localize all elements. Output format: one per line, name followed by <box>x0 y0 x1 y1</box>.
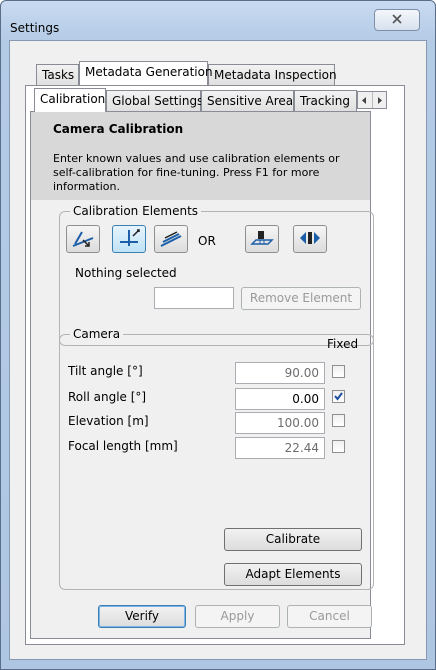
elevation-label: Elevation [m] <box>68 414 149 428</box>
tilt-angle-fixed-checkbox[interactable] <box>332 365 345 378</box>
tool-tilt-icon <box>71 228 95 251</box>
close-icon <box>391 13 403 27</box>
tab-scroller <box>357 91 387 109</box>
tab-scroll-right-icon[interactable] <box>373 92 387 108</box>
tab-sensitive-area[interactable]: Sensitive Area <box>201 90 294 111</box>
cancel-button[interactable]: Cancel <box>287 605 372 628</box>
grid-element-button[interactable] <box>245 225 279 253</box>
tab-tasks[interactable]: Tasks <box>36 64 79 85</box>
tool-horizontal-icon <box>159 228 183 251</box>
calibrate-button[interactable]: Calibrate <box>224 528 362 551</box>
tab-calibration[interactable]: Calibration <box>34 88 106 112</box>
focal-length-fixed-checkbox[interactable] <box>332 440 345 453</box>
roll-angle-field[interactable]: 0.00 <box>235 388 325 410</box>
tab-metadata-generation[interactable]: Metadata Generation <box>79 61 213 85</box>
elevation-fixed-checkbox[interactable] <box>332 414 345 427</box>
focal-length-label: Focal length [mm] <box>68 439 178 453</box>
tab-tracking[interactable]: Tracking <box>294 90 357 111</box>
tilt-element-button[interactable] <box>66 225 100 253</box>
tilt-angle-field[interactable]: 90.00 <box>235 362 325 384</box>
elevation-field[interactable]: 100.00 <box>235 412 325 434</box>
tab-metadata-inspection[interactable]: Metadata Inspection <box>208 64 337 85</box>
roll-angle-fixed-checkbox[interactable] <box>332 390 345 403</box>
focal-length-field[interactable]: 22.44 <box>235 437 325 459</box>
roll-angle-label: Roll angle [°] <box>68 390 147 404</box>
apply-button[interactable]: Apply <box>195 605 280 628</box>
remove-element-button[interactable]: Remove Element <box>241 287 361 310</box>
horizontal-element-button[interactable] <box>154 225 188 253</box>
vertical-element-button[interactable] <box>112 225 146 253</box>
tool-grid-icon <box>250 228 274 251</box>
checkmark-icon <box>334 392 343 401</box>
close-button[interactable] <box>374 9 420 31</box>
fixed-column-label: Fixed <box>327 337 359 351</box>
calibration-elements-label: Calibration Elements <box>70 204 202 218</box>
tool-diamond-icon <box>298 228 322 251</box>
page-description: Enter known values and use calibration e… <box>53 152 340 193</box>
adapt-elements-button[interactable]: Adapt Elements <box>224 563 362 586</box>
or-label: OR <box>198 234 216 248</box>
diamond-element-button[interactable] <box>293 225 327 253</box>
selection-status: Nothing selected <box>75 266 177 280</box>
element-name-field[interactable] <box>154 287 234 309</box>
verify-button[interactable]: Verify <box>98 605 186 628</box>
tab-scroll-left-icon[interactable] <box>358 92 373 108</box>
camera-label: Camera <box>70 327 124 341</box>
tilt-angle-label: Tilt angle [°] <box>68 364 143 378</box>
tool-vertical-icon <box>117 228 141 251</box>
tab-global-settings[interactable]: Global Settings <box>106 90 203 111</box>
page-title: Camera Calibration <box>53 122 184 136</box>
window-title: Settings <box>10 21 60 35</box>
